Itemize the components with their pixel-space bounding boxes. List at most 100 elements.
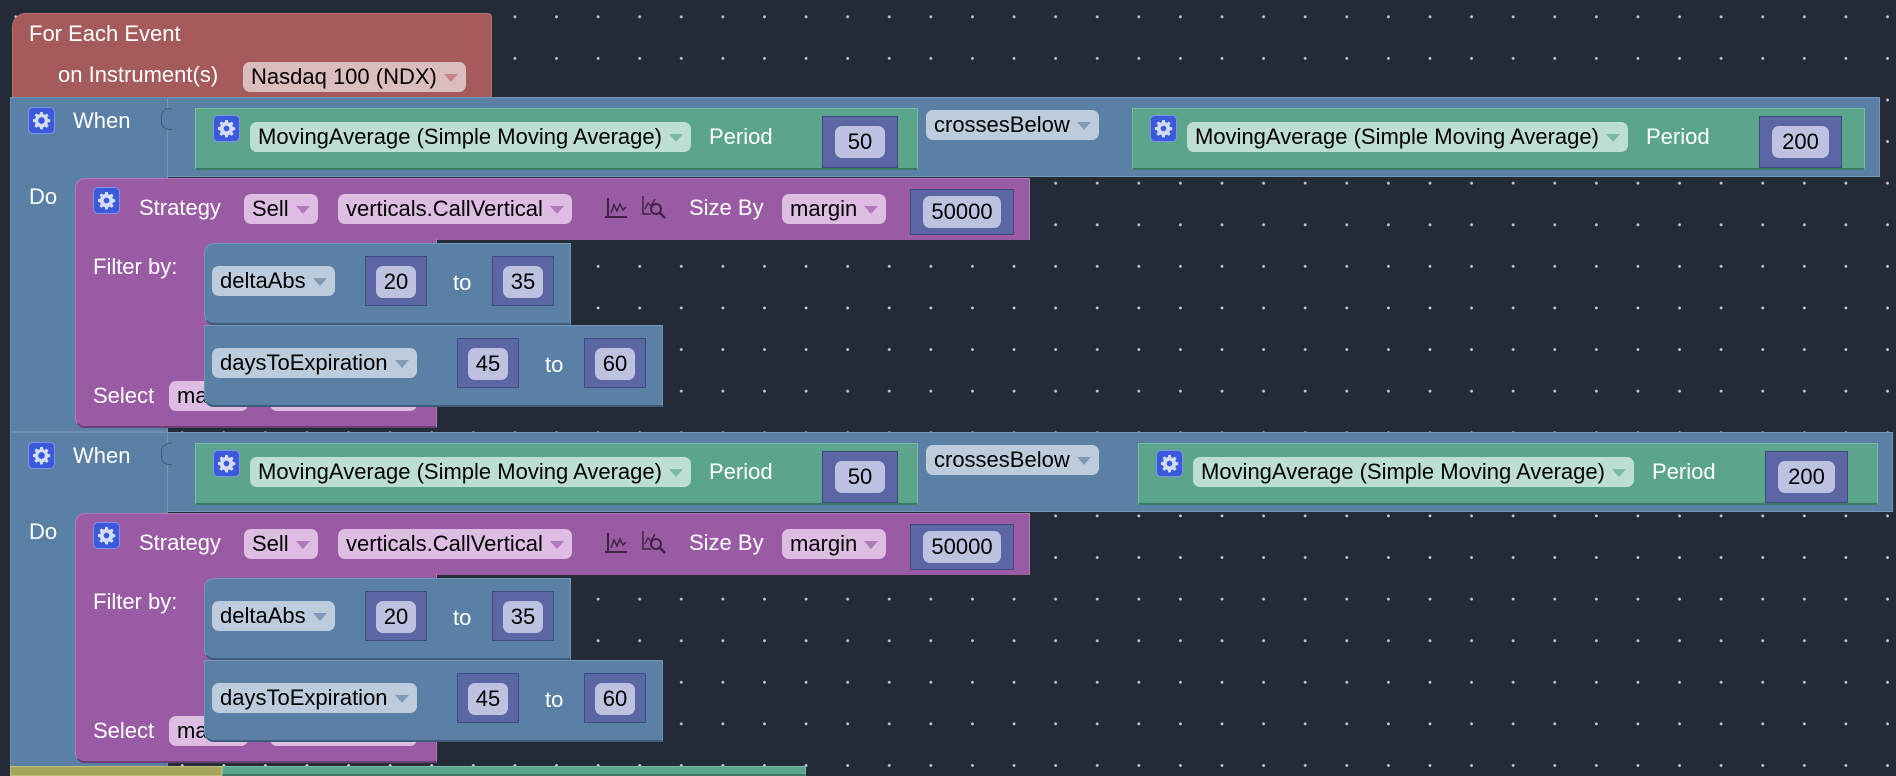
filter-range-block[interactable]: daysToExpiration 45 to 60: [204, 660, 663, 742]
size-by-dropdown[interactable]: margin: [782, 194, 887, 224]
chevron-down-icon: [1076, 457, 1091, 466]
period-number-block[interactable]: 200: [1759, 116, 1842, 168]
indicator-dropdown[interactable]: MovingAverage (Simple Moving Average): [250, 457, 691, 487]
size-by-value: margin: [790, 196, 858, 221]
filter-field-dropdown[interactable]: daysToExpiration: [212, 348, 417, 378]
chart-search-icon[interactable]: [639, 528, 667, 556]
size-number-block[interactable]: 50000: [910, 524, 1014, 570]
do-label: Do: [29, 519, 58, 544]
gear-icon[interactable]: [93, 187, 120, 214]
filter-field-dropdown[interactable]: daysToExpiration: [212, 683, 417, 713]
gear-icon[interactable]: [213, 115, 240, 142]
for-each-event-block[interactable]: For Each Event on Instrument(s) Nasdaq 1…: [12, 13, 492, 99]
gear-icon[interactable]: [1150, 115, 1177, 142]
filter-range-block[interactable]: daysToExpiration 45 to 60: [204, 325, 663, 407]
action-dropdown[interactable]: Sell: [244, 194, 318, 224]
size-by-dropdown[interactable]: margin: [782, 529, 887, 559]
period-number-block[interactable]: 50: [822, 116, 898, 168]
indicator-dropdown[interactable]: MovingAverage (Simple Moving Average): [1187, 122, 1628, 152]
filter-to-block[interactable]: 60: [584, 673, 646, 723]
period-number-block[interactable]: 50: [822, 451, 898, 503]
moving-average-block-left[interactable]: MovingAverage (Simple Moving Average) Pe…: [195, 443, 918, 505]
filter-field-value: daysToExpiration: [220, 350, 388, 375]
size-by-label: Size By: [689, 530, 764, 555]
filter-to-input[interactable]: 60: [595, 348, 635, 380]
period-label: Period: [709, 459, 773, 484]
next-indicator-block-partial[interactable]: [222, 766, 806, 776]
filter-from-block[interactable]: 20: [365, 256, 427, 306]
line-chart-icon[interactable]: [603, 195, 629, 221]
select-label: Select: [93, 383, 155, 408]
strategy-label: Strategy: [139, 530, 221, 555]
operator-dropdown[interactable]: crossesBelow: [926, 445, 1099, 475]
filter-from-input[interactable]: 45: [468, 348, 508, 380]
strategy-type-value: verticals.CallVertical: [346, 531, 543, 556]
chevron-down-icon: [1605, 134, 1620, 143]
line-chart-icon[interactable]: [603, 530, 629, 556]
period-input[interactable]: 200: [1778, 461, 1835, 493]
filter-field-dropdown[interactable]: deltaAbs: [212, 266, 335, 296]
strategy-block[interactable]: Strategy Sell verticals.CallVertical Siz…: [75, 513, 1030, 575]
filter-to-input[interactable]: 35: [503, 601, 543, 633]
filter-from-block[interactable]: 45: [457, 338, 519, 388]
chevron-down-icon: [1076, 122, 1091, 131]
period-number-block[interactable]: 200: [1765, 451, 1848, 503]
action-dropdown[interactable]: Sell: [244, 529, 318, 559]
operator-value: crossesBelow: [934, 447, 1070, 472]
chart-search-icon[interactable]: [639, 193, 667, 221]
size-by-label: Size By: [689, 195, 764, 220]
operator-dropdown[interactable]: crossesBelow: [926, 110, 1099, 140]
filter-from-input[interactable]: 20: [376, 266, 416, 298]
filter-to-block[interactable]: 60: [584, 338, 646, 388]
moving-average-block-right[interactable]: MovingAverage (Simple Moving Average) Pe…: [1132, 108, 1865, 170]
indicator-value: MovingAverage (Simple Moving Average): [258, 459, 662, 484]
next-block-partial[interactable]: [10, 766, 222, 776]
filter-label: Filter by:: [93, 254, 178, 279]
size-input[interactable]: 50000: [923, 531, 1001, 563]
period-input[interactable]: 50: [835, 461, 885, 493]
gear-icon[interactable]: [28, 107, 55, 134]
action-value: Sell: [252, 531, 289, 556]
chevron-down-icon: [295, 541, 310, 550]
gear-icon[interactable]: [1156, 450, 1183, 477]
chevron-down-icon: [295, 206, 310, 215]
indicator-dropdown[interactable]: MovingAverage (Simple Moving Average): [1193, 457, 1634, 487]
instrument-label: on Instrument(s): [58, 62, 219, 87]
gear-icon[interactable]: [93, 522, 120, 549]
strategy-type-dropdown[interactable]: verticals.CallVertical: [338, 529, 572, 559]
filter-from-input[interactable]: 20: [376, 601, 416, 633]
filter-to-input[interactable]: 60: [595, 683, 635, 715]
instrument-dropdown[interactable]: Nasdaq 100 (NDX): [243, 62, 466, 92]
select-label: Select: [93, 718, 155, 743]
filter-field-value: deltaAbs: [220, 603, 306, 628]
filter-to-input[interactable]: 35: [503, 266, 543, 298]
period-label: Period: [709, 124, 773, 149]
period-input[interactable]: 200: [1772, 126, 1829, 158]
indicator-dropdown[interactable]: MovingAverage (Simple Moving Average): [250, 122, 691, 152]
strategy-block[interactable]: Strategy Sell verticals.CallVertical Siz…: [75, 178, 1030, 240]
filter-from-block[interactable]: 20: [365, 591, 427, 641]
gear-icon[interactable]: [213, 450, 240, 477]
chevron-down-icon: [864, 206, 879, 215]
period-input[interactable]: 50: [835, 126, 885, 158]
filter-to-block[interactable]: 35: [492, 256, 554, 306]
filter-to-block[interactable]: 35: [492, 591, 554, 641]
crosses-condition-block[interactable]: MovingAverage (Simple Moving Average) Pe…: [161, 432, 1893, 512]
crosses-condition-block[interactable]: MovingAverage (Simple Moving Average) Pe…: [161, 97, 1880, 177]
filter-field-dropdown[interactable]: deltaAbs: [212, 601, 335, 631]
instrument-value: Nasdaq 100 (NDX): [251, 64, 437, 89]
size-input[interactable]: 50000: [923, 196, 1001, 228]
chevron-down-icon: [549, 541, 564, 550]
filter-range-block[interactable]: deltaAbs 20 to 35: [204, 243, 571, 325]
strategy-type-dropdown[interactable]: verticals.CallVertical: [338, 194, 572, 224]
moving-average-block-left[interactable]: MovingAverage (Simple Moving Average) Pe…: [195, 108, 918, 170]
size-number-block[interactable]: 50000: [910, 189, 1014, 235]
rule-group: When Do MovingAverage (Simple Moving Ave…: [0, 97, 1896, 433]
filter-from-input[interactable]: 45: [468, 683, 508, 715]
gear-icon[interactable]: [28, 442, 55, 469]
chevron-down-icon: [312, 278, 327, 287]
moving-average-block-right[interactable]: MovingAverage (Simple Moving Average) Pe…: [1138, 443, 1878, 505]
filter-from-block[interactable]: 45: [457, 673, 519, 723]
filter-range-block[interactable]: deltaAbs 20 to 35: [204, 578, 571, 660]
to-label: to: [545, 352, 564, 377]
